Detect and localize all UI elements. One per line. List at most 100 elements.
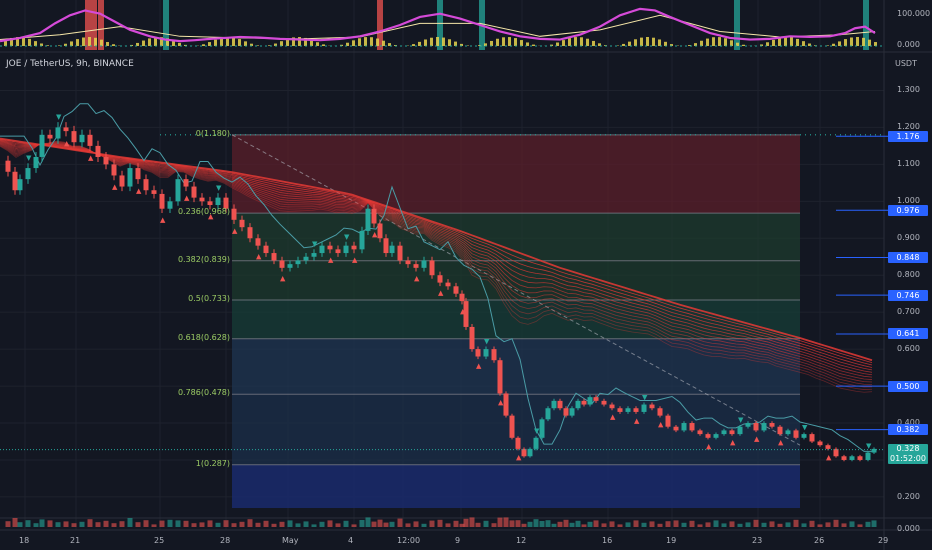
price-tag[interactable]: 0.382: [888, 424, 928, 436]
candle-body: [713, 434, 719, 438]
volume-tick-label: 0.000: [897, 524, 920, 533]
candle-body: [551, 400, 557, 409]
oscillator-bar: [370, 37, 373, 46]
fib-band: [232, 260, 800, 300]
candle-body: [71, 131, 77, 143]
oscillator-bar: [514, 38, 517, 46]
oscillator-bar: [850, 37, 853, 46]
price-tick-label: 1.000: [897, 196, 920, 206]
candle-body: [633, 408, 639, 412]
candle-body: [817, 441, 823, 446]
time-axis-label: 28: [220, 536, 231, 545]
sell-marker: ▲: [136, 187, 142, 195]
volume-bar: [351, 524, 357, 527]
volume-bar: [705, 522, 711, 527]
volume-bar: [421, 523, 427, 527]
candle-body: [849, 456, 855, 460]
candle-body: [581, 400, 587, 405]
candle-body: [47, 134, 53, 139]
candle-body: [389, 245, 395, 254]
candle-body: [383, 238, 389, 254]
oscillator-bar: [100, 39, 103, 46]
current-price-tag[interactable]: 0.328 01:52:00: [888, 444, 928, 465]
oscillator-bar: [712, 37, 715, 46]
volume-bar: [87, 519, 93, 527]
sell-marker: ▲: [634, 417, 640, 425]
volume-bar: [509, 520, 515, 527]
buy-marker: ▼: [484, 337, 490, 345]
price-tag[interactable]: 0.500: [888, 380, 928, 392]
volume-bar: [545, 520, 551, 527]
candle-body: [311, 253, 317, 257]
candle-body: [255, 238, 261, 246]
volume-bar: [503, 517, 509, 527]
candle-body: [263, 245, 269, 254]
time-axis-label: 19: [666, 536, 677, 545]
volume-bar: [801, 523, 807, 527]
volume-bar: [159, 520, 165, 527]
price-tag[interactable]: 0.848: [888, 251, 928, 263]
oscillator-bar: [418, 41, 421, 46]
oscillator-bar: [856, 37, 859, 46]
oscillator-bar: [526, 42, 529, 46]
volume-bar: [557, 521, 563, 527]
candle-body: [111, 164, 117, 176]
oscillator-bar: [448, 39, 451, 46]
sell-marker: ▲: [730, 439, 736, 447]
time-axis-label: 18: [19, 536, 30, 545]
candle-body: [87, 134, 93, 146]
candle-body: [533, 437, 539, 449]
oscillator-bar: [838, 41, 841, 46]
price-tag[interactable]: 1.176: [888, 130, 928, 142]
volume-bar: [753, 519, 759, 527]
volume-bar: [777, 523, 783, 527]
oscillator-bar: [778, 37, 781, 46]
oscillator-bar: [148, 38, 151, 46]
candle-body: [33, 156, 39, 169]
oscillator-bar: [622, 43, 625, 46]
oscillator-bar: [376, 38, 379, 46]
oscillator-bar: [88, 37, 91, 46]
volume-bar: [413, 521, 419, 527]
oscillator-tick-label: 100.000: [897, 8, 931, 18]
oscillator-bar: [508, 37, 511, 46]
volume-bar: [551, 523, 557, 527]
volume-bar: [769, 521, 775, 527]
candle-body: [421, 260, 427, 268]
candle-body: [865, 452, 871, 460]
volume-bar: [247, 519, 253, 527]
oscillator-bar: [142, 40, 145, 46]
price-tag[interactable]: 0.976: [888, 204, 928, 216]
candle-body: [801, 434, 807, 438]
sell-marker: ▲: [372, 231, 378, 239]
price-chart[interactable]: ▼▼▲▲▲ ▲▲▲▲▼▲▲▲▼▲▼▲▲▲▲▲▲▼▲▲▼▲ ▲▼▲▲ ▲▼▲ ▲▼▲▼: [0, 0, 932, 550]
candle-body: [5, 160, 11, 172]
candle-body: [491, 349, 497, 361]
fib-band: [232, 464, 800, 508]
candle-body: [25, 168, 31, 180]
oscillator-tick-label: 0.000: [897, 40, 920, 49]
volume-bar: [311, 524, 317, 527]
oscillator-bar: [784, 37, 787, 46]
fib-band: [232, 213, 800, 261]
candle-body: [459, 293, 465, 302]
volume-bar: [207, 520, 213, 527]
price-tag[interactable]: 0.641: [888, 328, 928, 340]
oscillator-bar: [766, 42, 769, 46]
volume-bar: [445, 523, 451, 527]
volume-bar: [601, 523, 607, 527]
price-tag[interactable]: 0.746: [888, 289, 928, 301]
candle-body: [215, 197, 221, 206]
oscillator-bar: [742, 44, 745, 46]
volume-bar: [191, 523, 197, 527]
volume-bar: [521, 523, 527, 527]
volume-bar: [533, 519, 539, 527]
candle-body: [183, 179, 189, 187]
sell-marker: ▲: [610, 413, 616, 421]
volume-bar: [745, 522, 751, 527]
candle-body: [641, 404, 647, 412]
sell-marker: ▲: [754, 435, 760, 443]
oscillator-bar: [574, 37, 577, 46]
oscillator-bar: [844, 39, 847, 46]
candle-body: [55, 127, 61, 139]
